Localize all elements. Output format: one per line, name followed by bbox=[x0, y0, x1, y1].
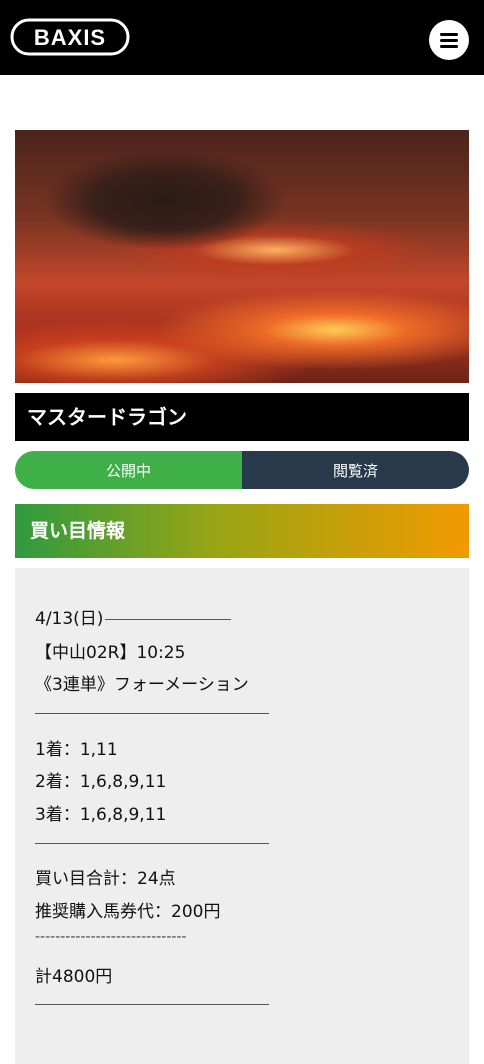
bet-type: 《3連単》フォーメーション bbox=[35, 675, 249, 695]
section-title: 買い目情報 bbox=[15, 504, 469, 558]
plan-title: マスタードラゴン bbox=[15, 393, 469, 441]
race-date-text: 4/13(日) bbox=[35, 609, 104, 629]
logo-text: BAXIS bbox=[34, 25, 106, 50]
date-rule bbox=[105, 618, 232, 620]
status-public-badge: 公開中 bbox=[15, 451, 242, 489]
race-info: 【中山02R】10:25 bbox=[35, 643, 186, 663]
second-place: 2着：1,6,8,9,11 bbox=[35, 772, 167, 792]
recommended-amount: 推奨購入馬券代：200円 bbox=[35, 902, 221, 922]
divider bbox=[35, 843, 269, 844]
total-points: 買い目合計：24点 bbox=[35, 869, 176, 889]
race-date: 4/13(日) bbox=[35, 604, 232, 629]
grand-total: 計4800円 bbox=[35, 967, 113, 987]
dash-divider: ------------------------------ bbox=[35, 929, 187, 945]
status-viewed-badge: 閲覧済 bbox=[242, 451, 469, 489]
baxis-logo[interactable]: BAXIS bbox=[10, 18, 130, 56]
status-toggle: 公開中 閲覧済 bbox=[15, 451, 469, 489]
hamburger-menu-icon bbox=[440, 30, 458, 51]
site-header: BAXIS bbox=[0, 0, 484, 75]
divider bbox=[35, 1004, 269, 1005]
first-place: 1着：1,11 bbox=[35, 740, 118, 760]
menu-button[interactable] bbox=[429, 20, 469, 60]
hero-image bbox=[15, 130, 469, 383]
third-place: 3着：1,6,8,9,11 bbox=[35, 805, 167, 825]
divider bbox=[35, 713, 269, 714]
